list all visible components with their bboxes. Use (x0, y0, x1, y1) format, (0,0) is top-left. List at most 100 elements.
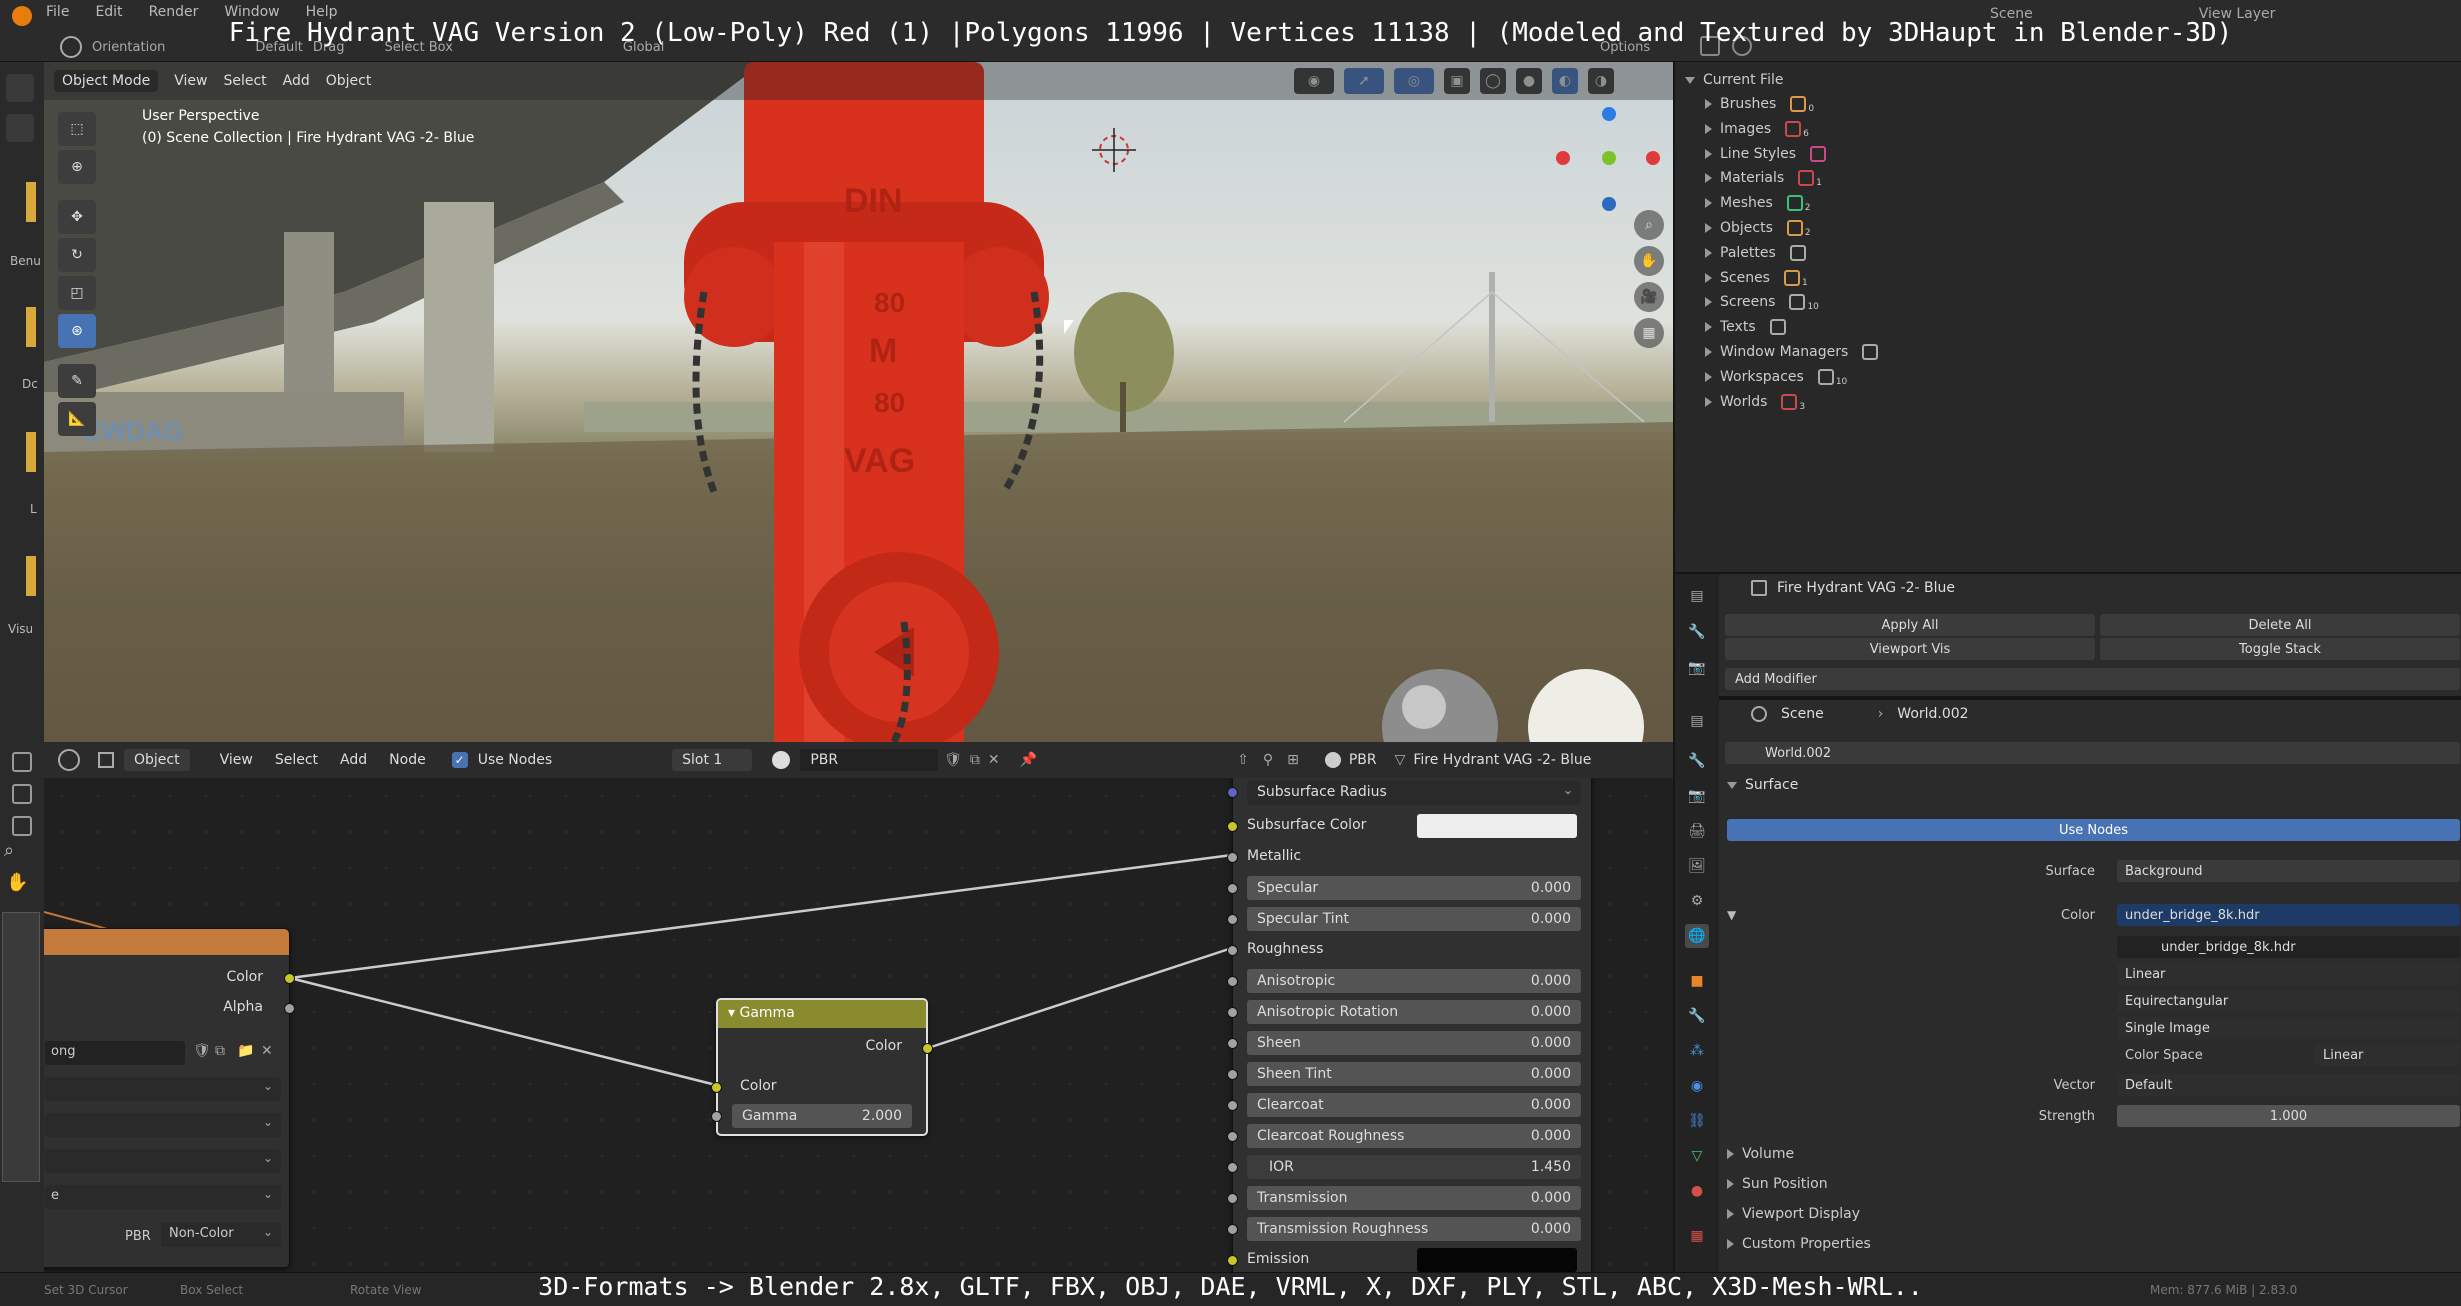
viewport-display-panel-header[interactable]: Viewport Display (1727, 1206, 1860, 1222)
camera-view-icon[interactable]: 🎥 (1634, 282, 1664, 312)
expand-icon[interactable] (1705, 322, 1712, 333)
image-unlink-icon[interactable]: ✕ (261, 1043, 273, 1059)
view-layer-icon[interactable]: 🖼 (1685, 854, 1709, 878)
bsdf-input-socket[interactable] (1227, 1224, 1238, 1235)
bsdf-input-socket[interactable] (1227, 1255, 1238, 1266)
gizmo-y-axis-icon[interactable] (1602, 151, 1616, 165)
ortho-toggle-icon[interactable]: ▦ (1634, 318, 1664, 348)
surface-dropdown[interactable]: Background (2117, 860, 2460, 882)
outliner-item[interactable]: Line Styles (1705, 142, 1828, 166)
image-duplicate-icon[interactable]: ⧉ (215, 1043, 225, 1059)
bsdf-input-socket[interactable] (1227, 1069, 1238, 1080)
snap-icon[interactable]: ⚲ (1263, 752, 1273, 768)
bsdf-input-socket[interactable] (1227, 1100, 1238, 1111)
editor-type-icon[interactable]: ▤ (1685, 584, 1709, 608)
gamma-output-socket[interactable] (922, 1043, 933, 1054)
render-props-icon[interactable]: 📷 (1685, 784, 1709, 808)
source-dropdown[interactable]: e ⌄ (45, 1185, 281, 1209)
outliner-item[interactable]: Materials 1 (1705, 166, 1822, 190)
vector-dropdown[interactable]: Default (2117, 1074, 2460, 1096)
sidebar-search-icon[interactable] (6, 114, 34, 142)
physics-icon[interactable]: ◉ (1685, 1074, 1709, 1098)
viewport-vis-button[interactable]: Viewport Vis (1725, 638, 2095, 660)
volume-panel-header[interactable]: Volume (1727, 1146, 1794, 1162)
interpolation-dropdown[interactable]: ⌄ (45, 1077, 281, 1101)
image-color-socket[interactable] (284, 973, 295, 984)
expand-icon[interactable] (1705, 272, 1712, 283)
projection-dropdown[interactable]: Equirectangular (2117, 990, 2460, 1012)
image-name-field[interactable]: ong (45, 1041, 185, 1065)
bsdf-input-socket[interactable] (1227, 1131, 1238, 1142)
world-scene-breadcrumb[interactable]: Scene (1781, 706, 1824, 722)
breadcrumb-material[interactable]: PBR (1349, 752, 1377, 768)
node-menu-node[interactable]: Node (389, 752, 426, 768)
bsdf-value-slider[interactable]: Sheen Tint 0.000 (1247, 1062, 1581, 1086)
color-texture-field[interactable]: under_bridge_8k.hdr (2117, 904, 2460, 926)
expand-icon[interactable] (1705, 99, 1712, 109)
subsurface-radius-socket[interactable] (1227, 787, 1238, 798)
outliner-root[interactable]: Current File (1685, 68, 1783, 92)
zoom-icon[interactable]: ⌕ (4, 840, 40, 870)
image-texture-node[interactable]: Color Alpha ong 🛡 ⧉ 📁 ✕ ⌄ ⌄ ⌄ e ⌄ PBR Non… (44, 928, 295, 1268)
shader-type-dropdown[interactable]: Object (124, 749, 190, 771)
transform-tool-icon[interactable]: ⊛ (58, 314, 96, 348)
expand-icon[interactable] (1705, 396, 1712, 407)
outliner-item[interactable]: Meshes 2 (1705, 191, 1811, 215)
bsdf-value-slider[interactable]: IOR 1.450 (1247, 1155, 1581, 1179)
use-nodes-button[interactable]: Use Nodes (1727, 819, 2460, 841)
bsdf-value-slider[interactable]: Transmission Roughness 0.000 (1247, 1217, 1581, 1241)
bsdf-input-socket[interactable] (1227, 883, 1238, 894)
color-expand-icon[interactable]: ▼ (1727, 908, 1736, 922)
bsdf-input-socket[interactable] (1227, 1007, 1238, 1018)
principled-bsdf-node[interactable]: Subsurface Radius ⌄ Subsurface Color Metal… (1227, 772, 1592, 1272)
editor-type-icon[interactable] (12, 752, 32, 772)
projection-dropdown[interactable]: ⌄ (45, 1113, 281, 1137)
source-dropdown[interactable]: Single Image (2117, 1017, 2460, 1039)
gizmo-z-axis-icon[interactable] (1602, 107, 1616, 121)
breadcrumb-object[interactable]: Fire Hydrant VAG -2- Blue (1413, 752, 1591, 768)
asset-thumb-icon[interactable] (26, 556, 36, 596)
bsdf-input-socket[interactable] (1227, 852, 1238, 863)
viewport-menu-object[interactable]: Object (326, 73, 372, 89)
strength-slider[interactable]: 1.000 (2117, 1105, 2460, 1127)
bsdf-value-slider[interactable]: Transmission 0.000 (1247, 1186, 1581, 1210)
output-props-icon[interactable]: 🖨 (1685, 819, 1709, 843)
bsdf-input-socket[interactable] (1227, 945, 1238, 956)
asset-thumb-icon[interactable] (26, 432, 36, 472)
bsdf-value-slider[interactable]: Anisotropic 0.000 (1247, 969, 1581, 993)
bsdf-value-slider[interactable]: Anisotropic Rotation 0.000 (1247, 1000, 1581, 1024)
3d-viewport[interactable]: EWDAG DIN 80 M 80 VAG Object Mode View S… (44, 62, 1673, 742)
duplicate-icon[interactable]: ⧉ (970, 752, 980, 768)
particles-icon[interactable]: ⁂ (1685, 1039, 1709, 1063)
tool-tab-icon[interactable]: 🔧 (1685, 620, 1709, 644)
snap-element-icon[interactable]: ⊞ (1287, 752, 1299, 768)
bsdf-value-slider[interactable]: Specular Tint 0.000 (1247, 907, 1581, 931)
zoom-view-icon[interactable]: ⌕ (1634, 210, 1664, 240)
bsdf-input-socket[interactable] (1227, 1162, 1238, 1173)
image-node-header[interactable] (44, 929, 289, 955)
outliner-item[interactable]: Images 6 (1705, 117, 1809, 141)
use-nodes-checkbox[interactable]: ✓ (451, 752, 468, 768)
extension-dropdown[interactable]: ⌄ (45, 1149, 281, 1173)
outliner-item[interactable]: Worlds 3 (1705, 390, 1805, 414)
outliner-item[interactable]: Brushes 0 (1705, 92, 1814, 116)
render-tab-icon[interactable]: 📷 (1685, 656, 1709, 680)
color-space-dropdown[interactable]: Non-Color ⌄ (161, 1223, 281, 1247)
gamma-value-socket[interactable] (711, 1111, 722, 1122)
parent-tree-icon[interactable]: ⇧ (1237, 752, 1249, 768)
asset-thumb-icon[interactable] (26, 307, 36, 347)
expand-icon[interactable] (1705, 223, 1712, 233)
expand-icon[interactable] (1705, 173, 1712, 184)
bsdf-color-swatch[interactable] (1417, 814, 1577, 838)
sidebar-tool-icon[interactable] (6, 74, 34, 102)
pin-icon[interactable]: 📌 (1020, 752, 1037, 768)
material-props-icon[interactable]: ● (1685, 1179, 1709, 1203)
node-menu-view[interactable]: View (220, 752, 253, 768)
unlink-icon[interactable]: ✕ (988, 752, 1000, 768)
bsdf-input-socket[interactable] (1227, 1193, 1238, 1204)
color-space-dropdown[interactable]: Linear (2315, 1044, 2460, 1066)
bsdf-input-socket[interactable] (1227, 1038, 1238, 1049)
tool-settings-icon[interactable]: 🔧 (1685, 749, 1709, 773)
outliner-item[interactable]: Objects 2 (1705, 216, 1811, 240)
layers-icon[interactable] (12, 816, 32, 836)
